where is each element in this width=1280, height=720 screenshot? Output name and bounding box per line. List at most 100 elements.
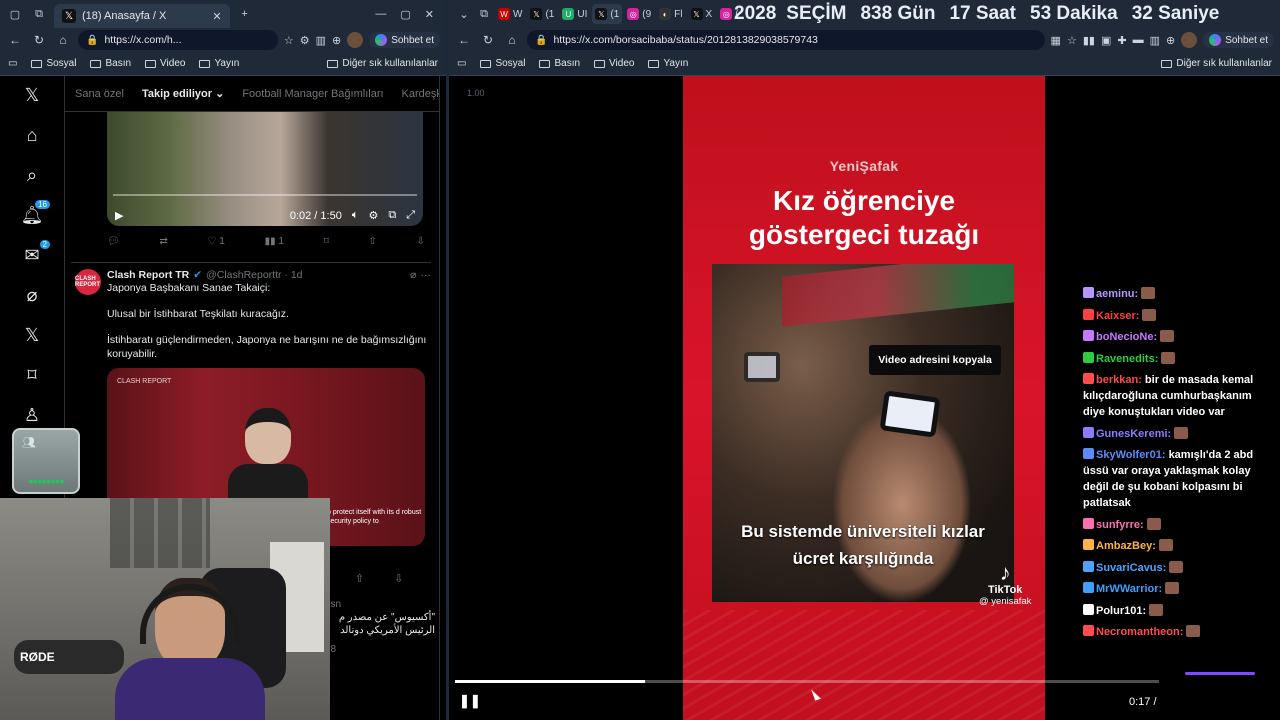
extensions-icon[interactable]: ▮▮ [1083, 34, 1095, 47]
back-icon[interactable]: ← [455, 33, 473, 47]
tab-following[interactable]: Takip ediliyor ⌄ [142, 87, 224, 100]
bookmarks-icon[interactable]: ⌑ [20, 364, 44, 386]
tweet-video-player[interactable]: ▶ 0:02 / 1:50 🔈︎ ⚙ ⧉ ⤢ [107, 112, 423, 226]
bookmark-yayin[interactable]: Yayın [199, 58, 239, 69]
view-count: 98 [325, 644, 337, 655]
reload-icon[interactable]: ↻ [479, 33, 497, 47]
address-bar[interactable]: 🔒 https://x.com/borsacibaba/status/20128… [527, 30, 1045, 50]
play-icon[interactable]: ▶ [115, 209, 123, 222]
bookmark-sosyal[interactable]: Sosyal [480, 58, 525, 69]
tab-active[interactable]: 𝕏 (1 [592, 4, 623, 24]
extension-icon[interactable]: ▬ [1133, 34, 1144, 47]
x-logo-icon[interactable]: 𝕏 [20, 84, 44, 106]
more-icon[interactable]: ··· [421, 269, 432, 281]
reply-icon[interactable]: 💬︎ [107, 236, 120, 247]
tweet-author-name[interactable]: Clash Report TR [107, 269, 189, 281]
bookmark-sosyal[interactable]: Sosyal [31, 58, 76, 69]
tab-list-fm[interactable]: Football Manager Bağımlıları [242, 88, 383, 100]
tweet-arabic[interactable]: 9sn "أكسيوس" عن مصدر م الرئيس الأمريكي د… [325, 598, 435, 656]
stripe-decoration [683, 610, 1045, 720]
like-button[interactable]: ♡ 1 [208, 236, 225, 247]
video-progress-bar[interactable] [455, 680, 1159, 683]
messages-icon[interactable]: ✉ 2 [20, 240, 50, 266]
tab-list-other[interactable]: Kardeşk [402, 88, 439, 100]
settings-icon[interactable]: ⚙ [368, 209, 378, 222]
grok-icon[interactable]: ⌀ [20, 284, 44, 306]
workspaces-icon[interactable]: ⧉ [475, 5, 493, 23]
app-icon[interactable]: ▦ [1051, 34, 1061, 47]
tab-ig[interactable]: ◎ (9 [624, 4, 654, 24]
close-window-icon[interactable]: ✕ [425, 8, 434, 21]
search-icon[interactable]: ⌕ [20, 164, 44, 186]
premium-x-icon[interactable]: 𝕏 [20, 324, 44, 346]
video-progress-bar[interactable] [113, 194, 417, 196]
tab-x1[interactable]: 𝕏 (1 [527, 4, 557, 24]
minimize-icon[interactable]: — [375, 8, 386, 21]
grok-icon[interactable]: ⌀ [410, 269, 416, 281]
reload-icon[interactable]: ↻ [30, 33, 48, 47]
profile-avatar[interactable] [1181, 32, 1198, 48]
views-button[interactable]: ▮▮ 1 [265, 236, 284, 247]
mute-icon[interactable]: 🔈︎ [352, 209, 359, 222]
tweet-line: Japonya Başbakanı Sanae Takaiçi: [107, 282, 271, 294]
tab-actions-icon[interactable]: ▢ [6, 5, 24, 23]
new-tab-icon[interactable]: + [236, 5, 254, 23]
download-icon[interactable]: ⇩ [394, 572, 403, 585]
bookmark-video[interactable]: Video [145, 58, 185, 69]
profile-avatar[interactable] [347, 32, 364, 48]
bookmark-basin[interactable]: Basın [90, 58, 131, 69]
favorite-icon[interactable]: ☆ [1067, 34, 1077, 47]
tab-for-you[interactable]: Sana özel [75, 88, 124, 100]
back-icon[interactable]: ← [6, 33, 24, 47]
home-icon[interactable]: ⌂ [503, 33, 521, 47]
video-frame[interactable]: YeniŞafak Kız öğrenciye göstergeci tuzağ… [683, 76, 1045, 720]
notifications-icon[interactable]: 🔔︎ 16 [20, 200, 50, 226]
pip-icon[interactable]: ⧉ [388, 209, 396, 222]
address-bar[interactable]: 🔒 https://x.com/h... [78, 30, 278, 50]
extension-icon[interactable]: ▣ [1101, 34, 1111, 47]
download-icon[interactable]: ⇩ [417, 236, 425, 247]
tab-actions-icon[interactable]: ⌄ [455, 5, 473, 23]
collections-icon[interactable]: ⊕ [1166, 34, 1175, 47]
workspaces-icon[interactable]: ⧉ [30, 5, 48, 23]
tweet-clash-report[interactable]: CLASH REPORT Clash Report TR ✔ @ClashRep… [71, 262, 431, 361]
chat-emote-icon [1158, 539, 1173, 551]
bookmark-other[interactable]: Diğer sık kullanılanlar [327, 58, 438, 69]
copy-video-url-button[interactable]: Video adresini kopyala [869, 345, 1001, 375]
bookmark-menu-icon[interactable]: ▭ [457, 58, 466, 69]
bookmark-menu-icon[interactable]: ▭ [8, 58, 17, 69]
media-viewer[interactable]: 1.00 YeniŞafak Kız öğrenciye göstergeci … [449, 76, 1280, 720]
extensions-icon[interactable]: ⚙ [300, 34, 310, 47]
tab-w[interactable]: WW [495, 4, 525, 24]
share-icon[interactable]: ⇧ [355, 572, 364, 585]
copilot-chat-button[interactable]: Sohbet et [1203, 32, 1274, 48]
fullscreen-icon[interactable]: ⤢ [406, 209, 415, 222]
video-caption: Bu sistemde üniversiteli kızlar ücret ka… [712, 518, 1014, 572]
tab-u[interactable]: U UI [559, 4, 590, 24]
bookmark-video[interactable]: Video [594, 58, 634, 69]
share-icon[interactable]: ⇧ [369, 236, 377, 247]
favorite-icon[interactable]: ☆ [284, 34, 294, 47]
bookmark-icon[interactable]: ⌑ [324, 236, 329, 247]
extension-icon[interactable]: ✚ [1117, 34, 1126, 47]
verified-icon: ✔ [193, 269, 203, 281]
avatar[interactable]: CLASH REPORT [75, 269, 101, 295]
close-tab-icon[interactable]: ✕ [212, 10, 221, 23]
tiktok-label: TikTok [987, 584, 1023, 596]
copilot-chat-button[interactable]: Sohbet et [369, 32, 440, 48]
bookmark-other[interactable]: Diğer sık kullanılanlar [1161, 58, 1272, 69]
maximize-icon[interactable]: ▢ [400, 8, 410, 21]
bookmark-yayin[interactable]: Yayın [648, 58, 688, 69]
split-icon[interactable]: ▥ [1150, 34, 1160, 47]
collections-icon[interactable]: ⊕ [332, 34, 341, 47]
bookmark-basin[interactable]: Basın [539, 58, 580, 69]
pause-icon[interactable]: ❚❚ [459, 693, 481, 709]
home-icon[interactable]: ⌂ [54, 33, 72, 47]
split-icon[interactable]: ▥ [316, 34, 326, 47]
communities-icon[interactable]: ♙ [20, 404, 44, 426]
tab-x2[interactable]: 𝕏X [688, 4, 716, 24]
tab-x-home[interactable]: 𝕏 (18) Anasayfa / X ✕ [54, 4, 230, 28]
home-icon[interactable]: ⌂ [20, 124, 44, 146]
tab-fl[interactable]: ◐ Fl [656, 4, 685, 24]
retweet-icon[interactable]: ⇄ [159, 236, 167, 247]
